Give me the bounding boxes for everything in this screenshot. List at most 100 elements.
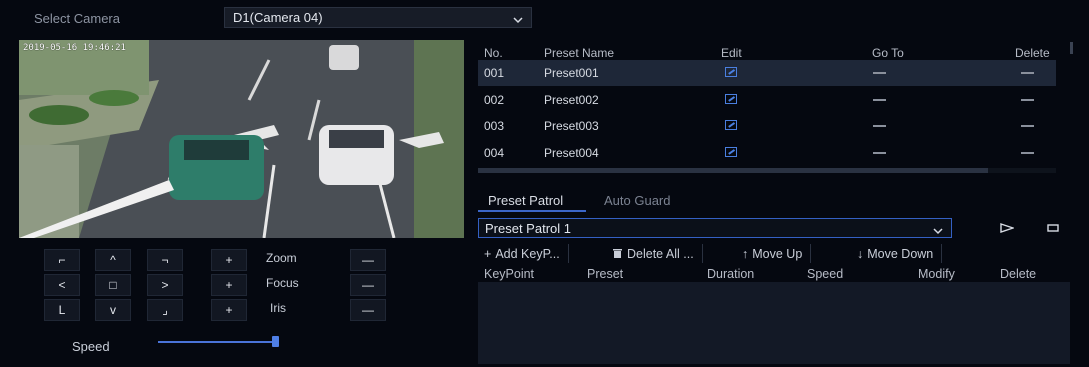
edit-icon[interactable] [725,120,737,130]
ptz-up-left-button[interactable]: ⌐ [44,249,80,271]
iris-close-button[interactable]: — [350,299,386,321]
plus-icon: + [225,253,233,267]
live-video-view[interactable]: 2019-05-16 19:46:21 [19,40,464,238]
iris-open-button[interactable]: + [211,299,247,321]
goto-preset-button[interactable] [873,125,886,127]
minus-icon: — [362,253,374,267]
preset-table-scrollbar[interactable] [1070,42,1073,54]
minus-icon: — [362,278,374,292]
right-arrow-icon: > [161,278,169,292]
preset-name: Preset004 [544,146,599,160]
col-header-modify: Modify [918,267,955,281]
delete-preset-button[interactable] [1021,152,1034,154]
preset-number: 004 [484,146,505,160]
add-keypoint-button[interactable]: + Add KeyP... [484,244,569,263]
move-down-button[interactable]: ↓ Move Down [857,244,943,263]
col-header-goto: Go To [872,46,904,60]
zoom-out-button[interactable]: — [350,249,386,271]
delete-all-label: Delete All ... [627,246,694,261]
preset-row[interactable]: 004 Preset004 [478,140,1056,166]
stop-patrol-button[interactable] [1036,218,1070,238]
plus-icon: + [484,246,492,261]
down-left-arrow-icon: L [58,303,66,317]
up-left-arrow-icon: ⌐ [58,253,66,267]
preset-row[interactable]: 001 Preset001 [478,60,1056,86]
preset-row[interactable]: 002 Preset002 [478,87,1056,113]
preset-name: Preset001 [544,66,599,80]
patrol-dropdown[interactable]: Preset Patrol 1 [478,218,952,238]
edit-icon[interactable] [725,147,737,157]
ptz-left-button[interactable]: < [44,274,80,296]
start-patrol-button[interactable] [990,218,1024,238]
chevron-down-icon [513,12,523,27]
camera-dropdown-value: D1(Camera 04) [233,10,323,25]
goto-preset-button[interactable] [873,99,886,101]
select-camera-label: Select Camera [34,11,120,26]
delete-preset-button[interactable] [1021,99,1034,101]
preset-number: 002 [484,93,505,107]
add-keypoint-label: Add KeyP... [495,246,560,261]
tab-preset-patrol[interactable]: Preset Patrol [488,193,563,208]
ptz-down-button[interactable]: v [95,299,131,321]
center-square-icon: □ [109,278,117,292]
move-up-button[interactable]: ↑ Move Up [742,244,812,263]
preset-name: Preset003 [544,119,599,133]
plus-icon: + [225,278,233,292]
ptz-right-button[interactable]: > [147,274,183,296]
preset-row[interactable]: 003 Preset003 [478,113,1056,139]
goto-preset-button[interactable] [873,72,886,74]
up-right-arrow-icon: ¬ [161,253,169,267]
col-header-delete: Delete [1015,46,1050,60]
play-icon [1000,223,1014,233]
focus-near-button[interactable]: + [211,274,247,296]
hscroll-thumb[interactable] [478,168,988,173]
up-arrow-icon: ^ [110,253,116,267]
zoom-in-button[interactable]: + [211,249,247,271]
iris-label: Iris [270,301,286,315]
goto-preset-button[interactable] [873,152,886,154]
camera-dropdown[interactable]: D1(Camera 04) [224,7,532,28]
preset-table-hscrollbar[interactable] [478,168,1056,173]
col-header-no: No. [484,46,503,60]
speed-slider-track[interactable] [158,341,276,343]
col-header-kp-delete: Delete [1000,267,1037,281]
ptz-up-button[interactable]: ^ [95,249,131,271]
camera-feed-image [19,40,464,238]
plus-icon: + [225,303,233,317]
move-down-label: Move Down [867,246,934,261]
active-tab-indicator [478,210,586,212]
focus-far-button[interactable]: — [350,274,386,296]
ptz-center-button[interactable]: □ [95,274,131,296]
speed-label: Speed [72,339,110,354]
delete-preset-button[interactable] [1021,72,1034,74]
col-header-preset-name: Preset Name [544,46,615,60]
col-header-edit: Edit [721,46,742,60]
tab-auto-guard[interactable]: Auto Guard [604,193,671,208]
left-arrow-icon: < [58,278,66,292]
preset-number: 003 [484,119,505,133]
delete-preset-button[interactable] [1021,125,1034,127]
down-right-arrow-icon: ⌟ [162,303,168,317]
arrow-up-icon: ↑ [742,246,749,261]
edit-icon[interactable] [725,94,737,104]
delete-all-button[interactable]: Delete All ... [612,244,703,263]
trash-icon [613,249,622,258]
stop-icon [1047,224,1059,232]
col-header-keypoint: KeyPoint [484,267,535,281]
focus-label: Focus [266,276,299,290]
ptz-down-right-button[interactable]: ⌟ [147,299,183,321]
video-timestamp: 2019-05-16 19:46:21 [23,43,126,53]
speed-slider-handle[interactable] [272,336,279,347]
patrol-dropdown-value: Preset Patrol 1 [485,221,571,236]
preset-name: Preset002 [544,93,599,107]
ptz-down-left-button[interactable]: L [44,299,80,321]
minus-icon: — [362,303,374,317]
chevron-down-icon [933,223,943,238]
down-arrow-icon: v [110,303,116,317]
keypoint-list [478,282,1070,364]
arrow-down-icon: ↓ [857,246,864,261]
preset-number: 001 [484,66,505,80]
edit-icon[interactable] [725,67,737,77]
ptz-up-right-button[interactable]: ¬ [147,249,183,271]
col-header-speed: Speed [807,267,844,281]
